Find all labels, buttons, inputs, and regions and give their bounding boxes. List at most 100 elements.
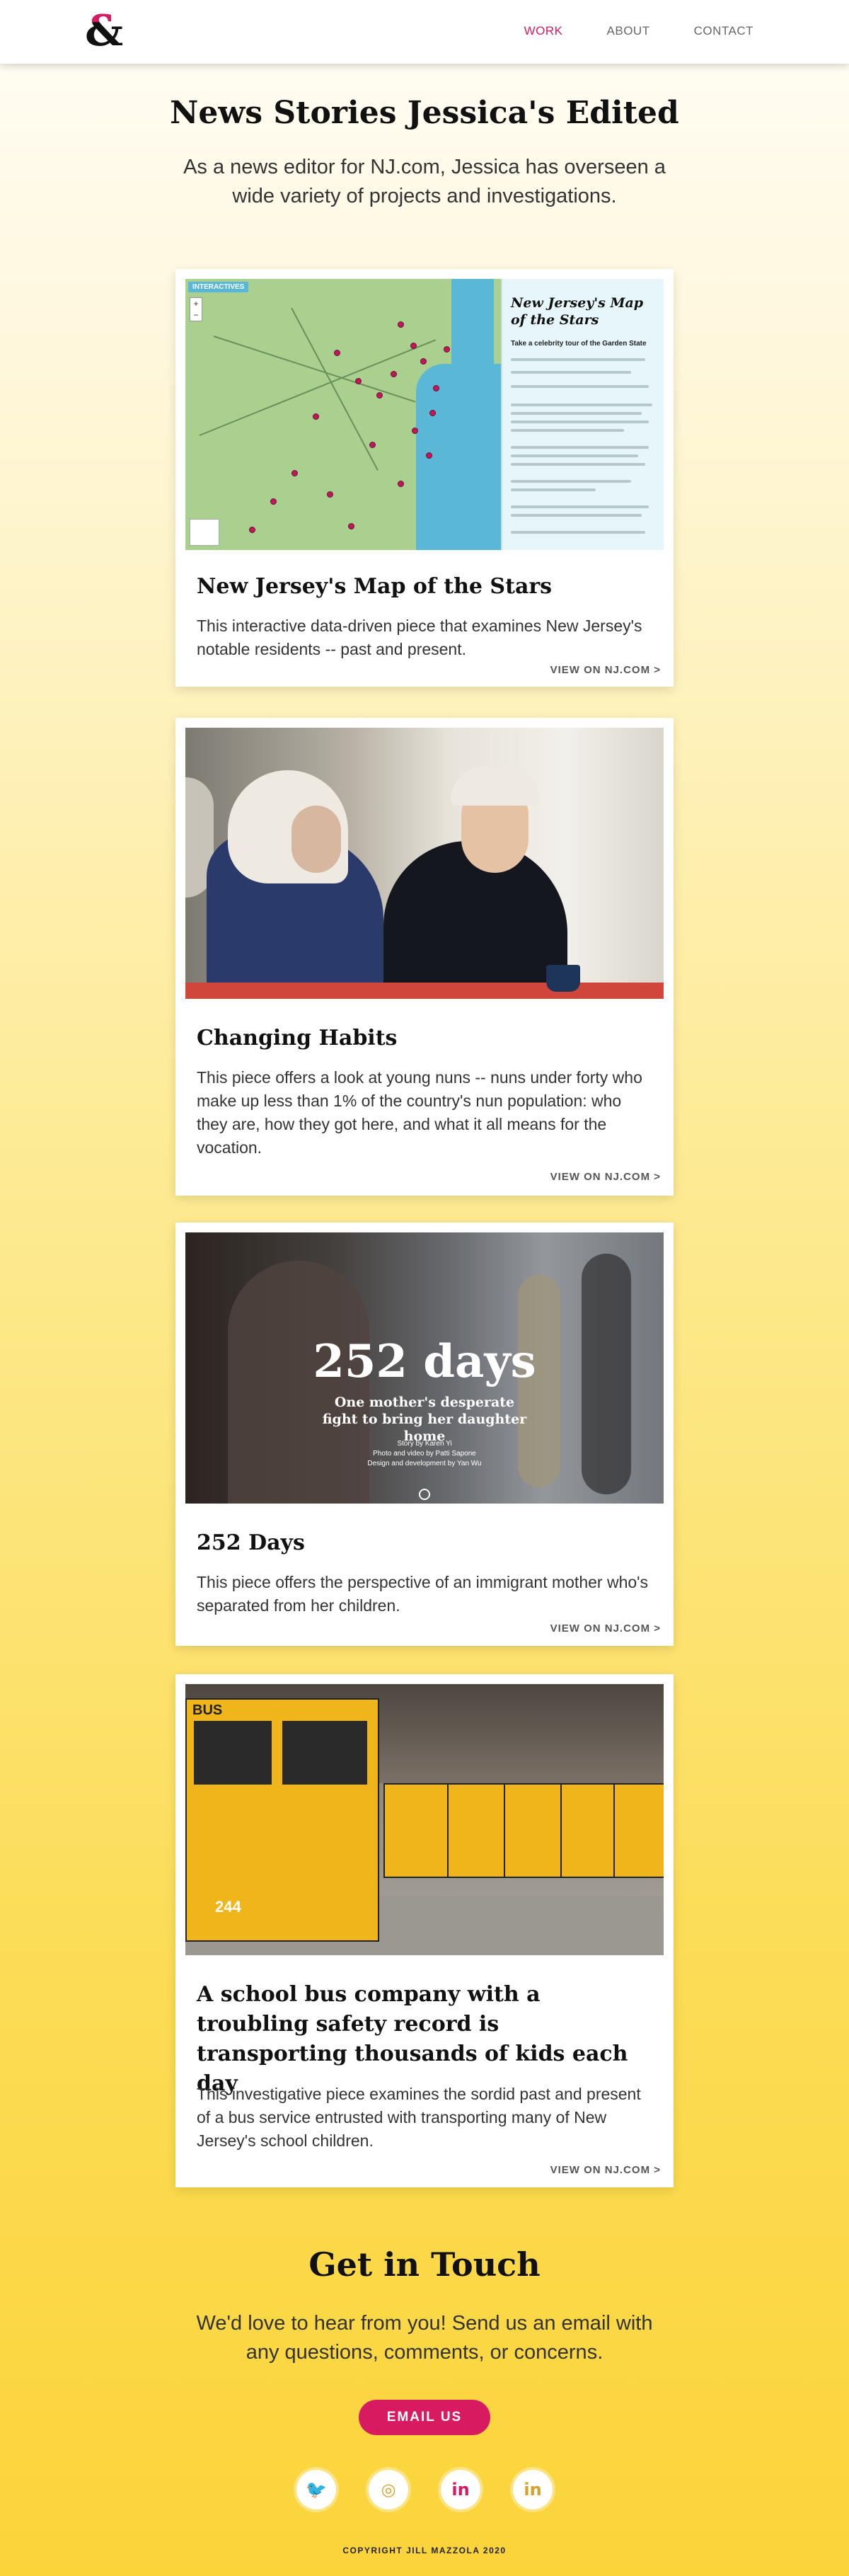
twitter-icon[interactable]: 🐦 bbox=[296, 2470, 336, 2509]
play-icon[interactable] bbox=[419, 1489, 430, 1500]
map-pin[interactable] bbox=[444, 346, 450, 353]
main-nav: WORK ABOUT CONTACT bbox=[524, 24, 753, 38]
story-card-252-days: 252 days One mother's desperate fight to… bbox=[175, 1223, 674, 1646]
linkedin-glyph: in bbox=[451, 2480, 470, 2500]
text-line bbox=[511, 358, 645, 361]
map-panel-subtitle: Take a celebrity tour of the Garden Stat… bbox=[511, 340, 647, 348]
story-description: This investigative piece examines the so… bbox=[197, 2085, 641, 2150]
photo-bus bbox=[504, 1783, 563, 1878]
map-pin[interactable] bbox=[270, 498, 277, 505]
map-panel-title: New Jersey's Map of the Stars bbox=[511, 295, 644, 328]
map-pin[interactable] bbox=[398, 481, 404, 487]
story-thumbnail-252-days[interactable]: 252 days One mother's desperate fight to… bbox=[185, 1232, 664, 1504]
map-legend bbox=[190, 519, 219, 546]
nav-link-about[interactable]: ABOUT bbox=[607, 24, 650, 38]
social-links: 🐦 ◎ in in bbox=[0, 2470, 849, 2509]
page-title: News Stories Jessica's Edited bbox=[170, 95, 679, 131]
text-line bbox=[511, 429, 624, 432]
map-pin[interactable] bbox=[429, 410, 436, 416]
contact-title: Get in Touch bbox=[308, 2245, 541, 2284]
text-line bbox=[511, 412, 642, 415]
photo-table bbox=[185, 983, 664, 999]
logo-ampersand[interactable]: & & bbox=[85, 8, 123, 54]
story-card-changing-habits: Changing Habits This piece offers a look… bbox=[175, 718, 674, 1196]
thumb-credit: Story by Karen Yi bbox=[397, 1440, 452, 1448]
map-pin[interactable] bbox=[348, 523, 354, 529]
text-line bbox=[511, 454, 638, 457]
interactives-tag: INTERACTIVES bbox=[188, 282, 249, 292]
thumb-headline: 252 days bbox=[313, 1335, 536, 1388]
story-description: This interactive data-driven piece that … bbox=[197, 617, 642, 658]
photo-cup bbox=[546, 965, 580, 992]
view-on-njcom-link[interactable]: VIEW ON NJ.COM > bbox=[550, 1622, 661, 1635]
bus-label: BUS bbox=[192, 1702, 223, 1718]
text-line bbox=[511, 531, 645, 534]
story-thumbnail-map[interactable]: INTERACTIVES + − New Jersey's Map of the … bbox=[185, 279, 664, 550]
map-pin[interactable] bbox=[313, 413, 319, 420]
thumb-credit: Photo and video by Patti Sapone bbox=[373, 1450, 476, 1458]
map-zoom-control[interactable]: + − bbox=[190, 297, 202, 321]
contact-text: We'd love to hear from you! Send us an e… bbox=[196, 2312, 653, 2364]
map-pin[interactable] bbox=[249, 527, 255, 533]
map-pin[interactable] bbox=[412, 428, 418, 434]
photo-figure bbox=[291, 806, 341, 873]
text-line bbox=[511, 385, 649, 388]
email-us-button[interactable]: EMAIL US bbox=[359, 2400, 490, 2435]
instagram-icon[interactable]: ◎ bbox=[369, 2470, 408, 2509]
photo-bus bbox=[613, 1783, 664, 1878]
story-description: This piece offers the perspective of an … bbox=[197, 1573, 649, 1615]
text-line bbox=[511, 480, 631, 483]
photo-bus bbox=[447, 1783, 507, 1878]
map-pin[interactable] bbox=[433, 385, 439, 391]
story-title[interactable]: New Jersey's Map of the Stars bbox=[197, 572, 652, 602]
bus-window bbox=[282, 1721, 367, 1785]
map-pin[interactable] bbox=[376, 392, 383, 399]
story-card-map-of-stars: INTERACTIVES + − New Jersey's Map of the … bbox=[175, 269, 674, 687]
footer-copyright: COPYRIGHT JILL MAZZOLA 2020 bbox=[342, 2546, 507, 2555]
text-line bbox=[511, 463, 645, 466]
map-pin[interactable] bbox=[334, 350, 340, 356]
text-line bbox=[511, 505, 649, 508]
story-title[interactable]: Changing Habits bbox=[197, 1024, 652, 1053]
photo-bus bbox=[560, 1783, 616, 1878]
story-card-school-bus: BUS 244 A school bus company with a trou… bbox=[175, 1674, 674, 2187]
linkedin-glyph: in bbox=[524, 2480, 542, 2500]
text-line bbox=[511, 420, 649, 423]
page-intro: As a news editor for NJ.com, Jessica has… bbox=[183, 156, 666, 207]
photo-bus: BUS 244 bbox=[185, 1698, 379, 1942]
story-title[interactable]: 252 Days bbox=[197, 1528, 652, 1558]
map-pin[interactable] bbox=[410, 343, 417, 349]
map-info-panel: New Jersey's Map of the Stars Take a cel… bbox=[501, 279, 664, 550]
text-line bbox=[511, 488, 596, 491]
bus-number: 244 bbox=[215, 1898, 241, 1916]
view-on-njcom-link[interactable]: VIEW ON NJ.COM > bbox=[550, 664, 661, 676]
story-description: This piece offers a look at young nuns -… bbox=[197, 1068, 642, 1157]
map-river bbox=[451, 279, 494, 378]
linkedin-icon-secondary[interactable]: in bbox=[513, 2470, 553, 2509]
story-thumbnail-buses[interactable]: BUS 244 bbox=[185, 1684, 664, 1955]
map-pin[interactable] bbox=[291, 470, 298, 476]
map-pin[interactable] bbox=[369, 442, 376, 448]
thumb-credit: Design and development by Yan Wu bbox=[367, 1460, 482, 1467]
view-on-njcom-link[interactable]: VIEW ON NJ.COM > bbox=[550, 2164, 661, 2176]
map-pin[interactable] bbox=[420, 358, 427, 365]
story-title[interactable]: A school bus company with a troubling sa… bbox=[197, 1980, 652, 2099]
top-nav-bar: & & WORK ABOUT CONTACT bbox=[0, 0, 849, 64]
nav-link-work[interactable]: WORK bbox=[524, 24, 563, 38]
thumb-subhead: One mother's desperate fight to bring he… bbox=[322, 1395, 527, 1444]
story-thumbnail-nuns[interactable] bbox=[185, 728, 664, 999]
view-on-njcom-link[interactable]: VIEW ON NJ.COM > bbox=[550, 1171, 661, 1183]
map-pin[interactable] bbox=[327, 491, 333, 498]
instagram-glyph: ◎ bbox=[381, 2480, 396, 2500]
map-pin[interactable] bbox=[426, 452, 432, 459]
map-pin[interactable] bbox=[391, 371, 397, 377]
map-pin[interactable] bbox=[398, 321, 404, 328]
photo-bus bbox=[383, 1783, 450, 1878]
text-line bbox=[511, 514, 642, 517]
map-pin[interactable] bbox=[355, 378, 362, 384]
twitter-glyph: 🐦 bbox=[306, 2480, 327, 2500]
linkedin-icon[interactable]: in bbox=[441, 2470, 480, 2509]
text-line bbox=[511, 371, 631, 374]
text-line bbox=[511, 403, 652, 406]
nav-link-contact[interactable]: CONTACT bbox=[694, 24, 753, 38]
